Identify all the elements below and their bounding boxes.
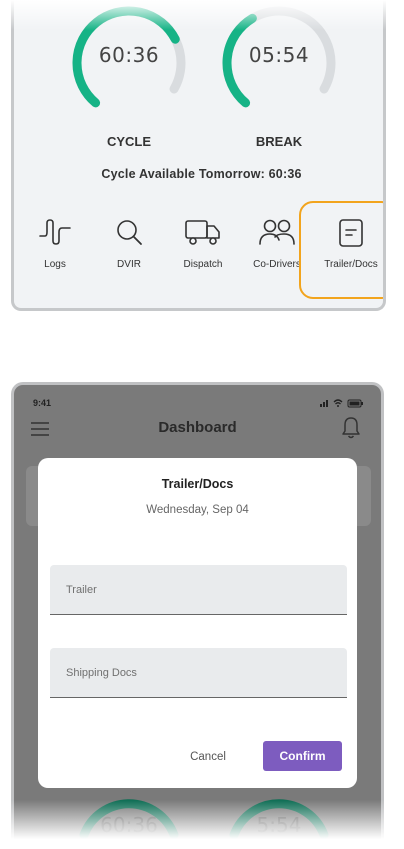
cycle-gauge-dimmed: 60:36 — [69, 787, 189, 842]
truck-icon — [185, 220, 220, 245]
nav-item-dvir[interactable]: DVIR — [93, 200, 165, 280]
status-time: 9:41 — [33, 398, 52, 408]
search-icon — [117, 220, 142, 245]
trailer-input[interactable] — [50, 565, 347, 614]
shipping-docs-field — [50, 648, 347, 698]
nav-label-dvir: DVIR — [117, 259, 141, 270]
cycle-available-text: Cycle Available Tomorrow: 60:36 — [101, 167, 302, 181]
page-title: Dashboard — [158, 419, 237, 436]
trailer-docs-highlight — [299, 201, 383, 299]
break-gauge-dimmed: 5:54 — [219, 787, 339, 842]
cycle-gauge-value: 60:36 — [98, 43, 160, 67]
dashboard-screen-top: 60:36 CYCLE 05:54 BREAK Cycle Available … — [11, 0, 386, 311]
people-icon — [259, 219, 295, 245]
signal-wifi-battery-icon — [320, 399, 363, 408]
status-bar: 9:41 — [14, 385, 381, 409]
cancel-button[interactable]: Cancel — [170, 742, 246, 772]
cycle-gauge: 60:36 CYCLE — [69, 3, 189, 149]
trailer-docs-dialog: Trailer/Docs Wednesday, Sep 04 Cancel Co… — [38, 458, 357, 788]
nav-item-logs[interactable]: Logs — [19, 200, 91, 280]
break-gauge-dimmed-value: 5:54 — [256, 813, 302, 837]
app-header: Dashboard — [14, 409, 381, 449]
dialog-date: Wednesday, Sep 04 — [146, 504, 249, 516]
logs-icon — [39, 219, 71, 245]
break-gauge: 05:54 BREAK — [219, 3, 339, 149]
nav-label-dispatch: Dispatch — [183, 259, 223, 270]
bell-icon[interactable] — [341, 416, 361, 445]
confirm-button[interactable]: Confirm — [263, 741, 342, 771]
cycle-gauge-dimmed-value: 60:36 — [100, 813, 158, 837]
dialog-title: Trailer/Docs — [161, 477, 234, 491]
trailer-field — [50, 565, 347, 615]
nav-item-dispatch[interactable]: Dispatch — [167, 200, 239, 280]
break-gauge-label: BREAK — [255, 134, 303, 149]
shipping-docs-input[interactable] — [50, 648, 347, 697]
nav-label-logs: Logs — [44, 259, 66, 270]
cycle-gauge-label: CYCLE — [106, 134, 152, 149]
break-gauge-value: 05:54 — [248, 43, 310, 67]
